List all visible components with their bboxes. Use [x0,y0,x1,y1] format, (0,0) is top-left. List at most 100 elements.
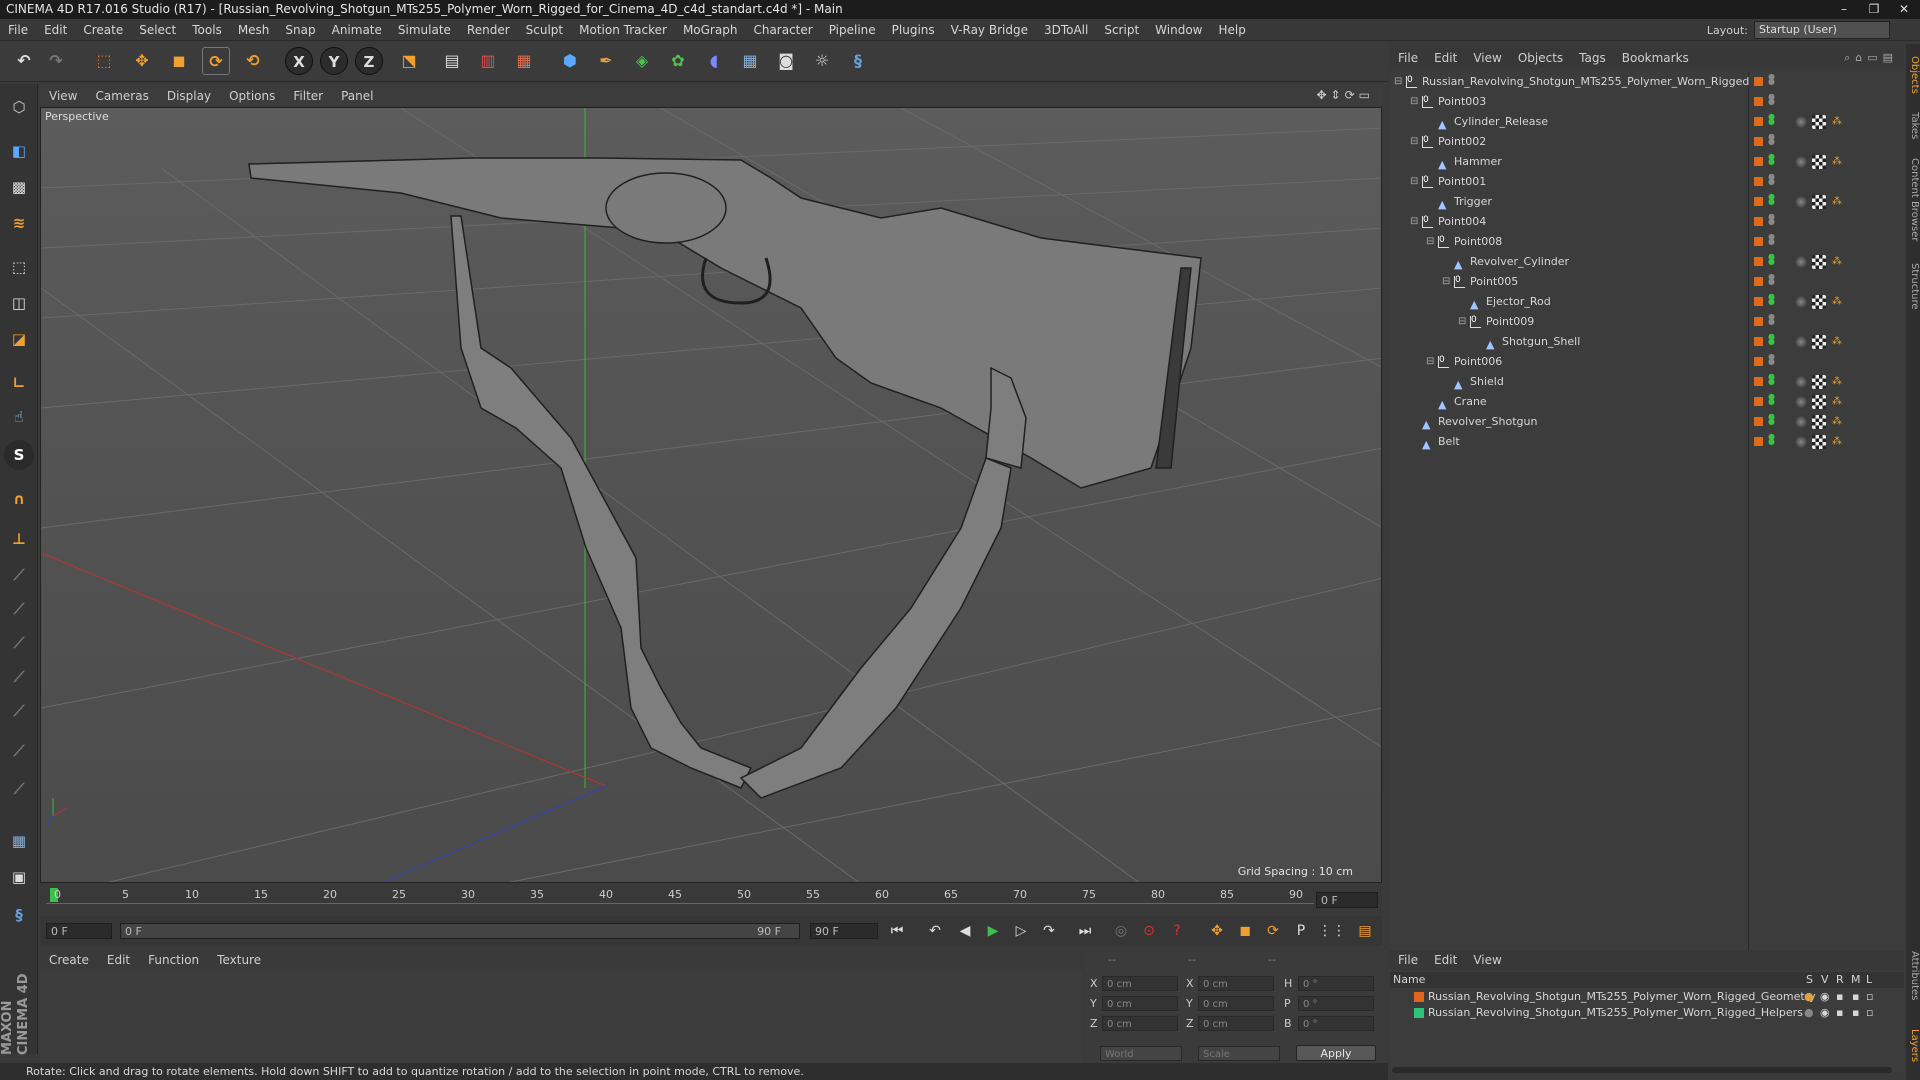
menu-3dtoall[interactable]: 3DToAll [1036,23,1096,37]
layer-color-swatch[interactable] [1754,77,1763,86]
layer-color-swatch[interactable] [1754,397,1763,406]
object-row[interactable]: ▲ Revolver_Cylinder ● ● ⁂ [1390,252,1904,272]
menu-select[interactable]: Select [131,23,184,37]
object-row[interactable]: ⊟ 0 Point004 ● ● [1390,212,1904,232]
object-name[interactable]: Point006 [1454,352,1502,372]
render-view-icon[interactable]: ▤ [438,47,466,75]
texture-tag-icon[interactable] [1812,195,1826,209]
menu-simulate[interactable]: Simulate [390,23,459,37]
redo-icon[interactable]: ↷ [42,47,70,75]
object-name[interactable]: Hammer [1454,152,1502,172]
deformer-icon[interactable]: ◖ [700,47,728,75]
visibility-dots-icon[interactable]: ● ● [1768,213,1775,229]
material-tag-icon[interactable] [1794,395,1808,409]
texture-tag-icon[interactable] [1812,255,1826,269]
axis-mode-icon[interactable]: ∟ [4,368,34,398]
maximize-button[interactable]: ❐ [1860,0,1888,19]
object-row[interactable]: ⊟ 0 Point005 ● ● [1390,272,1904,292]
tab-structure[interactable]: Structure [1906,256,1920,316]
clone-tool-icon[interactable]: ⟋ [4,774,34,804]
viewport-menu-view[interactable]: View [40,89,86,103]
object-row[interactable]: ▲ Shield ● ● ⁂ [1390,372,1904,392]
object-row[interactable]: ▲ Hammer ● ● ⁂ [1390,152,1904,172]
coordinate-mode-select[interactable]: World [1100,1046,1182,1061]
tweak-icon[interactable]: ☝ [4,402,34,432]
layer-visible-icon[interactable]: ◉ [1820,1005,1830,1021]
object-row[interactable]: ⊟ 0 Russian_Revolving_Shotgun_MTs255_Polym… [1390,72,1904,92]
object-name[interactable]: Trigger [1454,192,1492,212]
selection-tag-icon[interactable]: ⁂ [1830,435,1844,449]
visibility-dots-icon[interactable]: ● ● [1768,93,1775,109]
rotate-icon[interactable]: ⟳ [202,47,230,75]
ik-tool-icon[interactable]: ⟋ [4,594,34,624]
object-menu-file[interactable]: File [1390,51,1426,65]
selection-tag-icon[interactable]: ⁂ [1830,395,1844,409]
viewport-menu-options[interactable]: Options [220,89,284,103]
timeline-window-icon[interactable]: ▤ [1354,921,1376,941]
next-frame-icon[interactable]: ▷ [1010,921,1032,941]
coordinate-system-icon[interactable]: ⬔ [395,47,423,75]
menu-pipeline[interactable]: Pipeline [821,23,884,37]
visibility-dots-icon[interactable]: ● ● [1768,433,1775,449]
workplane-icon[interactable]: ⊥ [4,524,34,554]
object-row[interactable]: ⊟ 0 Point009 ● ● [1390,312,1904,332]
texture-tag-icon[interactable] [1812,295,1826,309]
workplane-mode-icon[interactable]: ≋ [4,208,34,238]
layer-color-swatch[interactable] [1754,437,1763,446]
layer-render-icon[interactable]: ▪ [1836,989,1843,1005]
visibility-dots-icon[interactable]: ● ● [1768,373,1775,389]
grid-lock-icon[interactable]: ▦ [4,826,34,856]
python-script-icon[interactable]: § [4,900,34,930]
object-name[interactable]: Shotgun_Shell [1502,332,1580,352]
motion-icon[interactable]: ▣ [4,862,34,892]
layer-manager-icon[interactable]: ▪ [1852,1005,1859,1021]
selection-tag-icon[interactable]: ⁂ [1830,155,1844,169]
layer-render-icon[interactable]: ▪ [1836,1005,1843,1021]
object-name[interactable]: Revolver_Shotgun [1438,412,1537,432]
material-tag-icon[interactable] [1794,115,1808,129]
bind-tool-icon[interactable]: ⟋ [4,662,34,692]
viewport-menu-display[interactable]: Display [158,89,220,103]
layer-color-swatch[interactable] [1754,297,1763,306]
layer-color-swatch[interactable] [1754,337,1763,346]
texture-tag-icon[interactable] [1812,335,1826,349]
layer-color-swatch[interactable] [1754,97,1763,106]
render-settings-icon[interactable]: ▦ [510,47,538,75]
object-name[interactable]: Ejector_Rod [1486,292,1551,312]
menu-mesh[interactable]: Mesh [230,23,278,37]
texture-tag-icon[interactable] [1812,115,1826,129]
tab-layers[interactable]: Layers [1906,1024,1920,1068]
object-row[interactable]: ⊟ 0 Point003 ● ● [1390,92,1904,112]
axis-y-button[interactable]: Y [320,47,348,75]
expand-toggle-icon[interactable]: ⊟ [1426,232,1434,252]
pen-icon[interactable]: ✒ [592,47,620,75]
material-menu-function[interactable]: Function [139,953,208,967]
object-row[interactable]: ▲ Belt ● ● ⁂ [1390,432,1904,452]
object-manager-nav-icons[interactable]: ⌕⌂▭▤ [1844,51,1898,65]
object-menu-bookmarks[interactable]: Bookmarks [1614,51,1697,65]
go-to-start-icon[interactable]: ⏮ [886,921,908,941]
menu-help[interactable]: Help [1210,23,1253,37]
object-name[interactable]: Point008 [1454,232,1502,252]
tab-attributes[interactable]: Attributes [1906,944,1920,1008]
viewport-menu-filter[interactable]: Filter [284,89,332,103]
object-menu-tags[interactable]: Tags [1571,51,1614,65]
layer-menu-file[interactable]: File [1390,953,1426,967]
expand-toggle-icon[interactable]: ⊟ [1442,272,1450,292]
layer-visible-icon[interactable]: ◉ [1820,989,1830,1005]
object-row[interactable]: ▲ Trigger ● ● ⁂ [1390,192,1904,212]
object-name[interactable]: Point009 [1486,312,1534,332]
layer-menu-edit[interactable]: Edit [1426,953,1465,967]
visibility-dots-icon[interactable]: ● ● [1768,133,1775,149]
texture-tag-icon[interactable] [1812,395,1826,409]
layer-color-swatch[interactable] [1754,357,1763,366]
magnet-icon[interactable]: ∩ [4,484,34,514]
layer-color-swatch[interactable] [1754,217,1763,226]
size-x-field[interactable]: 0 cm [1198,976,1274,991]
viewport-nav-icons[interactable]: ✥⇕⟳▭ [1316,88,1374,102]
object-menu-edit[interactable]: Edit [1426,51,1465,65]
python-icon[interactable]: § [844,47,872,75]
object-row[interactable]: ⊟ 0 Point006 ● ● [1390,352,1904,372]
rotation-p-field[interactable]: 0 ° [1298,996,1374,1011]
previous-frame-icon[interactable]: ◀ [954,921,976,941]
